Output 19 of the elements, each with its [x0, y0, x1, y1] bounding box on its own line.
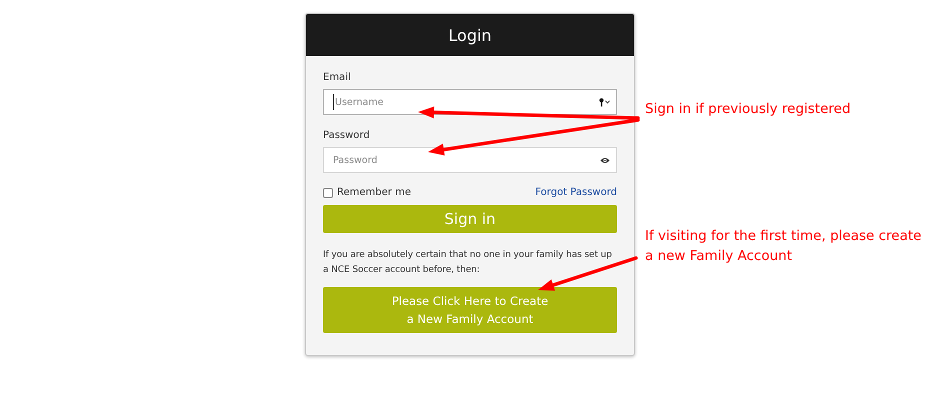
- key-icon[interactable]: [599, 98, 604, 106]
- username-field[interactable]: Username: [323, 89, 617, 115]
- eye-icon[interactable]: [600, 156, 610, 164]
- field-label: Email: [323, 72, 351, 83]
- password-field[interactable]: Password: [323, 147, 617, 173]
- checkbox-label: Remember me: [337, 187, 411, 198]
- field-label: Password: [323, 130, 370, 141]
- caret-icon[interactable]: [605, 100, 610, 104]
- sign-in-button[interactable]: Sign in: [323, 205, 617, 233]
- checkbox[interactable]: [323, 188, 333, 198]
- placeholder-text: Password: [333, 154, 378, 166]
- create-account-button[interactable]: Please Click Here to Create a New Family Account: [323, 287, 617, 333]
- annotation-text: If visiting for the first time, please create a new Family Account: [645, 227, 922, 266]
- info-text: If you are absolutely certain that no one in your family has set up a NCE Soccer account before, then:: [323, 249, 613, 277]
- forgot-password-link[interactable]: Forgot Password: [535, 187, 617, 198]
- placeholder-text: Username: [335, 96, 384, 108]
- text-cursor: [333, 94, 334, 110]
- card-title: Login: [448, 26, 492, 44]
- annotation-text: Sign in if previously registered: [645, 100, 851, 119]
